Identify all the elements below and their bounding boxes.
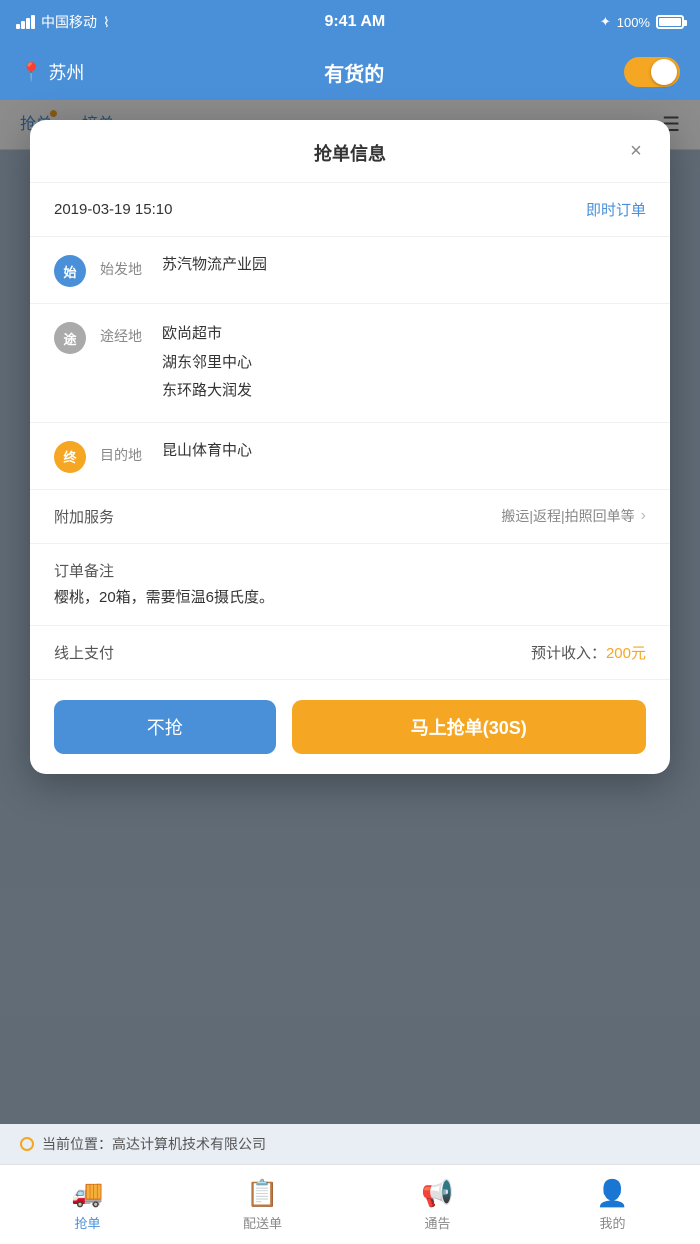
- notes-label: 订单备注: [54, 560, 646, 581]
- header-bar: 📍 苏州 有货的: [0, 44, 700, 100]
- payment-amount: 200元: [606, 645, 646, 662]
- mine-nav-icon: 👤: [596, 1178, 628, 1209]
- nav-label-grab: 抢单: [74, 1213, 100, 1232]
- datetime-text: 2019-03-19 15:10: [54, 201, 172, 218]
- status-time: 9:41 AM: [324, 13, 385, 31]
- via-stop-1: 欧尚超市: [162, 320, 646, 349]
- order-info-modal: 抢单信息 × 2019-03-19 15:10 即时订单 始 始发地 苏汽物流产…: [30, 120, 670, 774]
- service-row[interactable]: 附加服务 搬运|返程|拍照回单等 ›: [30, 490, 670, 544]
- origin-row: 始 始发地 苏汽物流产业园: [30, 237, 670, 304]
- signal-icon: [16, 15, 35, 29]
- nav-item-mine[interactable]: 👤 我的: [525, 1178, 700, 1232]
- chevron-right-icon: ›: [641, 507, 646, 525]
- action-row: 不抢 马上抢单(30S): [30, 680, 670, 774]
- toggle-knob: [651, 59, 677, 85]
- nav-label-mine: 我的: [599, 1213, 625, 1232]
- destination-name: 昆山体育中心: [162, 442, 252, 459]
- battery-icon: [656, 15, 684, 29]
- bottom-area: 当前位置：高达计算机技术有限公司 🚚 抢单 📋 配送单 📢 通告 👤 我的: [0, 1124, 700, 1244]
- via-icon: 途: [54, 322, 86, 354]
- status-left: 中国移动 ⌇: [16, 12, 110, 32]
- status-right: ✦ 100%: [600, 14, 684, 30]
- battery-percent: 100%: [617, 15, 650, 30]
- close-button[interactable]: ×: [622, 137, 650, 165]
- bottom-nav: 🚚 抢单 📋 配送单 📢 通告 👤 我的: [0, 1164, 700, 1244]
- modal-overlay: 抢单信息 × 2019-03-19 15:10 即时订单 始 始发地 苏汽物流产…: [0, 100, 700, 1244]
- nav-label-delivery: 配送单: [243, 1213, 282, 1232]
- wifi-icon: ⌇: [103, 14, 110, 31]
- via-stop-3: 东环路大润发: [162, 377, 646, 406]
- via-label: 途经地: [100, 320, 152, 346]
- payment-row: 线上支付 预计收入：200元: [30, 626, 670, 680]
- grab-nav-icon: 🚚: [71, 1178, 103, 1209]
- modal-title: 抢单信息: [314, 140, 386, 166]
- decline-button[interactable]: 不抢: [54, 700, 276, 754]
- availability-toggle[interactable]: [624, 57, 680, 87]
- service-value: 搬运|返程|拍照回单等: [501, 506, 634, 526]
- nav-item-delivery[interactable]: 📋 配送单: [175, 1178, 350, 1232]
- notice-nav-icon: 📢: [421, 1178, 453, 1209]
- datetime-row: 2019-03-19 15:10 即时订单: [30, 183, 670, 237]
- bluetooth-icon: ✦: [600, 14, 611, 30]
- location-display[interactable]: 📍 苏州: [20, 59, 84, 85]
- destination-row: 终 目的地 昆山体育中心: [30, 423, 670, 490]
- order-type-badge: 即时订单: [586, 199, 646, 220]
- end-icon: 终: [54, 441, 86, 473]
- payment-estimate: 预计收入：200元: [531, 642, 646, 663]
- via-stop-2: 湖东邻里中心: [162, 349, 646, 378]
- delivery-nav-icon: 📋: [246, 1178, 278, 1209]
- location-pin-icon: 📍: [20, 62, 42, 83]
- service-value-wrap: 搬运|返程|拍照回单等 ›: [501, 506, 646, 526]
- nav-item-grab[interactable]: 🚚 抢单: [0, 1178, 175, 1232]
- status-bar: 中国移动 ⌇ 9:41 AM ✦ 100%: [0, 0, 700, 44]
- start-icon: 始: [54, 255, 86, 287]
- service-label: 附加服务: [54, 506, 114, 527]
- current-location-dot: [20, 1137, 34, 1151]
- via-content: 欧尚超市 湖东邻里中心 东环路大润发: [162, 320, 646, 406]
- origin-content: 苏汽物流产业园: [162, 253, 646, 277]
- carrier-text: 中国移动: [41, 12, 97, 32]
- city-name: 苏州: [48, 59, 84, 85]
- estimate-label: 预计收入：: [531, 645, 606, 662]
- modal-header: 抢单信息 ×: [30, 120, 670, 183]
- notes-content: 樱桃，20箱，需要恒温6摄氏度。: [54, 587, 646, 610]
- nav-label-notice: 通告: [424, 1213, 450, 1232]
- grab-button[interactable]: 马上抢单(30S): [292, 700, 646, 754]
- current-location-bar: 当前位置：高达计算机技术有限公司: [0, 1124, 700, 1164]
- notes-row: 订单备注 樱桃，20箱，需要恒温6摄氏度。: [30, 544, 670, 627]
- payment-label: 线上支付: [54, 642, 114, 663]
- destination-content: 昆山体育中心: [162, 439, 646, 463]
- nav-item-notice[interactable]: 📢 通告: [350, 1178, 525, 1232]
- origin-name: 苏汽物流产业园: [162, 256, 267, 273]
- current-location-text: 当前位置：高达计算机技术有限公司: [42, 1134, 266, 1154]
- destination-label: 目的地: [100, 439, 152, 465]
- header-title: 有货的: [324, 58, 384, 87]
- via-row: 途 途经地 欧尚超市 湖东邻里中心 东环路大润发: [30, 304, 670, 423]
- origin-label: 始发地: [100, 253, 152, 279]
